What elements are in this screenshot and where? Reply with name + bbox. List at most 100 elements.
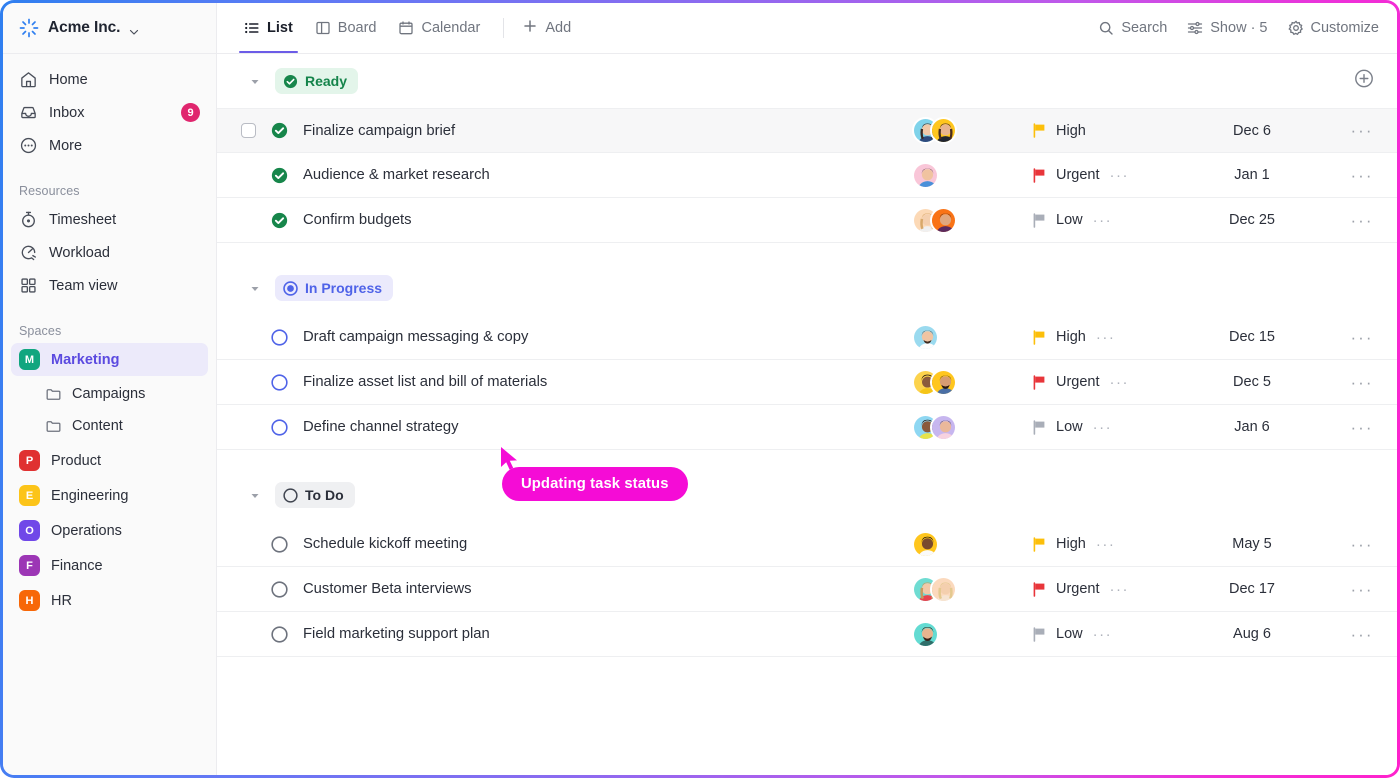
show-filter-button[interactable]: Show · 5 [1187, 20, 1268, 36]
priority-overflow-icon[interactable]: ··· [1096, 537, 1116, 552]
priority-overflow-icon[interactable]: ··· [1093, 420, 1113, 435]
avatar[interactable] [930, 413, 957, 441]
table-row[interactable]: Schedule kickoff meeting High ··· May 5 … [217, 522, 1397, 567]
sidebar-item-team-view[interactable]: Team view [11, 269, 208, 302]
task-title[interactable]: Finalize campaign brief [303, 123, 912, 139]
priority-overflow-icon[interactable]: ··· [1093, 213, 1113, 228]
task-title[interactable]: Confirm budgets [303, 212, 912, 228]
assignee-avatars[interactable] [912, 323, 1032, 351]
tab-board[interactable]: Board [304, 3, 388, 53]
sidebar-item-inbox[interactable]: Inbox 9 [11, 96, 208, 129]
task-due-date[interactable]: Dec 17 [1177, 581, 1327, 597]
task-title[interactable]: Field marketing support plan [303, 626, 912, 642]
assignee-avatars[interactable] [912, 530, 1032, 558]
assignee-avatars[interactable] [912, 575, 1032, 603]
priority-overflow-icon[interactable]: ··· [1093, 627, 1113, 642]
sidebar-item-timesheet[interactable]: Timesheet [11, 203, 208, 236]
row-menu-button[interactable]: ··· [1327, 581, 1397, 598]
task-priority[interactable]: Urgent ··· [1032, 374, 1177, 390]
task-priority[interactable]: High ··· [1032, 536, 1177, 552]
task-status-toggle[interactable] [271, 167, 303, 184]
sidebar-item-hr[interactable]: H HR [11, 584, 208, 617]
ellipsis-icon[interactable]: ··· [1351, 122, 1374, 139]
task-title[interactable]: Finalize asset list and bill of material… [303, 374, 912, 390]
customize-button[interactable]: Customize [1287, 20, 1379, 36]
task-due-date[interactable]: Aug 6 [1177, 626, 1327, 642]
ellipsis-icon[interactable]: ··· [1351, 419, 1374, 436]
table-row[interactable]: Finalize asset list and bill of material… [217, 360, 1397, 405]
row-menu-button[interactable]: ··· [1327, 374, 1397, 391]
task-status-toggle[interactable] [271, 328, 303, 346]
caret-down-icon[interactable] [249, 75, 261, 87]
ellipsis-icon[interactable]: ··· [1351, 167, 1374, 184]
check-circle-filled-icon[interactable] [271, 167, 288, 184]
avatar[interactable] [912, 530, 939, 558]
assignee-avatars[interactable] [912, 206, 1032, 234]
tab-calendar[interactable]: Calendar [387, 3, 491, 53]
ellipsis-icon[interactable]: ··· [1351, 536, 1374, 553]
assignee-avatars[interactable] [912, 620, 1032, 648]
task-title[interactable]: Customer Beta interviews [303, 581, 912, 597]
task-due-date[interactable]: Jan 6 [1177, 419, 1327, 435]
row-menu-button[interactable]: ··· [1327, 536, 1397, 553]
priority-overflow-icon[interactable]: ··· [1110, 168, 1130, 183]
assignee-avatars[interactable] [912, 117, 1032, 144]
row-menu-button[interactable]: ··· [1327, 626, 1397, 643]
row-menu-button[interactable]: ··· [1327, 419, 1397, 436]
task-status-toggle[interactable] [271, 373, 303, 391]
task-priority[interactable]: Low ··· [1032, 626, 1177, 642]
sidebar-item-more[interactable]: More [11, 129, 208, 162]
add-task-button[interactable] [1353, 68, 1375, 95]
search-button[interactable]: Search [1098, 20, 1167, 36]
group-header-to-do[interactable]: To Do [217, 468, 1397, 522]
task-due-date[interactable]: Dec 5 [1177, 374, 1327, 390]
sidebar-item-finance[interactable]: F Finance [11, 549, 208, 582]
circle-outline-icon[interactable] [271, 580, 288, 598]
task-due-date[interactable]: May 5 [1177, 536, 1327, 552]
row-menu-button[interactable]: ··· [1327, 122, 1397, 139]
circle-outline-icon[interactable] [271, 625, 288, 643]
task-title[interactable]: Schedule kickoff meeting [303, 536, 912, 552]
avatar[interactable] [912, 620, 939, 648]
row-menu-button[interactable]: ··· [1327, 212, 1397, 229]
sidebar-item-product[interactable]: P Product [11, 444, 208, 477]
ellipsis-icon[interactable]: ··· [1351, 626, 1374, 643]
sidebar-item-operations[interactable]: O Operations [11, 514, 208, 547]
task-status-toggle[interactable] [271, 625, 303, 643]
task-priority[interactable]: Low ··· [1032, 212, 1177, 228]
avatar[interactable] [930, 117, 957, 144]
circle-outline-blue-icon[interactable] [271, 418, 288, 436]
task-status-toggle[interactable] [271, 535, 303, 553]
task-priority[interactable]: High ··· [1032, 329, 1177, 345]
priority-overflow-icon[interactable]: ··· [1110, 582, 1130, 597]
table-row[interactable]: Customer Beta interviews Urgent ··· Dec … [217, 567, 1397, 612]
ellipsis-icon[interactable]: ··· [1351, 374, 1374, 391]
table-row[interactable]: Define channel strategy Low ··· Jan 6 ··… [217, 405, 1397, 450]
group-header-in-progress[interactable]: In Progress [217, 261, 1397, 315]
task-due-date[interactable]: Dec 25 [1177, 212, 1327, 228]
group-header-ready[interactable]: Ready [217, 54, 1397, 108]
row-checkbox[interactable] [241, 123, 271, 138]
assignee-avatars[interactable] [912, 368, 1032, 396]
task-priority[interactable]: High [1032, 123, 1177, 139]
avatar[interactable] [912, 161, 939, 189]
status-badge[interactable]: Ready [275, 68, 359, 94]
table-row[interactable]: Field marketing support plan Low ··· Aug… [217, 612, 1397, 657]
checkbox-icon[interactable] [241, 123, 256, 138]
sidebar-item-home[interactable]: Home [11, 63, 208, 96]
task-priority[interactable]: Low ··· [1032, 419, 1177, 435]
avatar[interactable] [930, 575, 957, 603]
circle-outline-blue-icon[interactable] [271, 328, 288, 346]
assignee-avatars[interactable] [912, 161, 1032, 189]
task-due-date[interactable]: Dec 15 [1177, 329, 1327, 345]
status-badge[interactable]: To Do [275, 482, 355, 508]
task-due-date[interactable]: Dec 6 [1177, 123, 1327, 139]
sidebar-item-campaigns[interactable]: Campaigns [11, 378, 208, 410]
assignee-avatars[interactable] [912, 413, 1032, 441]
task-priority[interactable]: Urgent ··· [1032, 581, 1177, 597]
status-badge[interactable]: In Progress [275, 275, 394, 301]
priority-overflow-icon[interactable]: ··· [1110, 375, 1130, 390]
task-status-toggle[interactable] [271, 580, 303, 598]
ellipsis-icon[interactable]: ··· [1351, 581, 1374, 598]
table-row[interactable]: Finalize campaign brief High Dec 6 ··· [217, 108, 1397, 153]
